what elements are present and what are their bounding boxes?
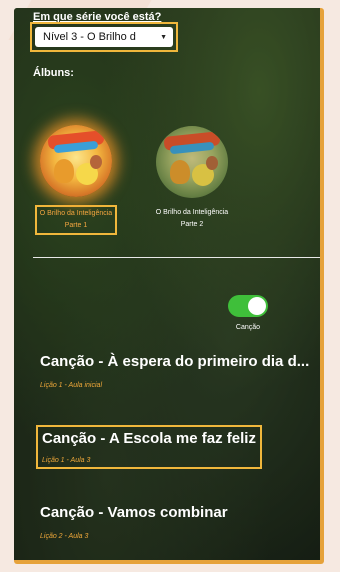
song-lesson: Lição 1 - Aula 3 <box>42 457 91 464</box>
toggle-knob <box>248 297 266 315</box>
song-item[interactable]: Canção - Vamos combinar Lição 2 - Aula 3 <box>40 504 228 540</box>
album-part: Parte 2 <box>180 221 204 228</box>
song-item-highlighted[interactable]: Canção - A Escola me faz feliz Lição 1 -… <box>36 425 262 469</box>
song-item[interactable]: Canção - À espera do primeiro dia d... L… <box>40 353 309 389</box>
song-lesson: Lição 2 - Aula 3 <box>40 533 89 540</box>
album-item-part-1[interactable]: O Brilho da Inteligência Parte 1 <box>30 125 122 235</box>
album-cover-image[interactable] <box>40 125 112 197</box>
series-select[interactable]: Nível 3 - O Brilho d ▼ <box>35 27 173 47</box>
series-select-value: Nível 3 - O Brilho d <box>43 31 136 43</box>
song-title: Canção - A Escola me faz feliz <box>42 430 256 447</box>
album-caption[interactable]: O Brilho da Inteligência Parte 2 <box>153 206 231 232</box>
song-lesson: Lição 1 - Aula inicial <box>40 382 102 389</box>
toggle-label: Canção <box>235 324 261 331</box>
album-caption[interactable]: O Brilho da Inteligência Parte 1 <box>34 205 118 235</box>
album-item-part-2[interactable]: O Brilho da Inteligência Parte 2 <box>146 126 238 232</box>
series-select-highlight: Nível 3 - O Brilho d ▼ <box>30 22 178 52</box>
song-filter-toggle[interactable] <box>228 295 268 317</box>
song-title: Canção - Vamos combinar <box>40 504 228 521</box>
divider <box>33 257 320 258</box>
song-title: Canção - À espera do primeiro dia d... <box>40 353 310 370</box>
album-name: O Brilho da Inteligência <box>155 209 229 216</box>
album-cover-image[interactable] <box>156 126 228 198</box>
album-part: Parte 1 <box>64 222 88 229</box>
dropdown-arrow-icon: ▼ <box>160 33 167 41</box>
music-panel: Em que série você está? Nível 3 - O Bril… <box>14 8 324 564</box>
album-name: O Brilho da Inteligência <box>39 210 113 217</box>
albums-label: Álbuns: <box>33 67 74 79</box>
